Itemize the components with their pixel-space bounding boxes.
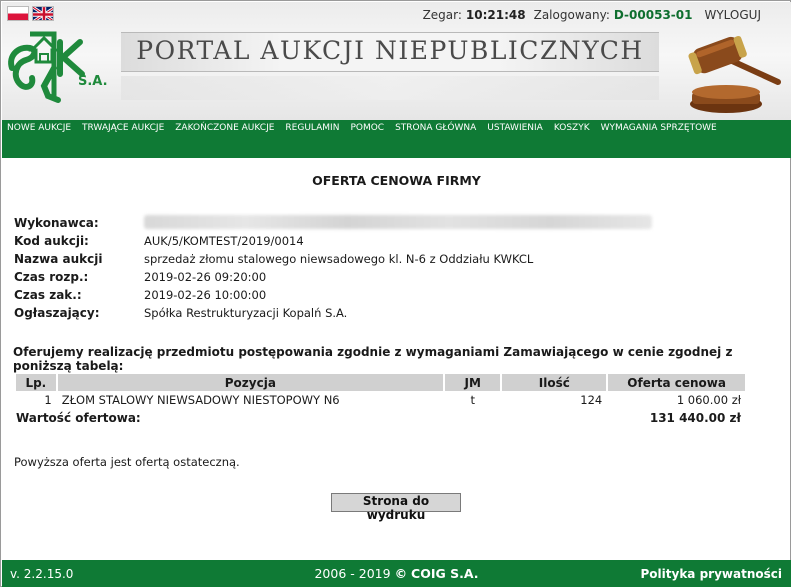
offer-table: Lp. Pozycja JM Ilość Oferta cenowa 1 ZŁO… bbox=[14, 374, 747, 427]
language-switcher bbox=[7, 6, 54, 21]
copyright-icon: © bbox=[394, 566, 408, 581]
srk-logo[interactable]: S.A. bbox=[4, 28, 112, 106]
cell-price: 1 060.00 zł bbox=[676, 393, 741, 407]
nav-item-finished-auctions[interactable]: ZAKOŃCZONE AUKCJE bbox=[175, 123, 274, 133]
info-label: Ogłaszający: bbox=[14, 306, 100, 320]
cell-quantity: 124 bbox=[580, 393, 603, 407]
redacted-text bbox=[144, 214, 652, 229]
copyright-owner: COIG S.A. bbox=[411, 566, 479, 581]
column-header-position: Pozycja bbox=[57, 374, 444, 391]
info-label: Czas rozp.: bbox=[14, 270, 89, 284]
clock-label: Zegar: bbox=[422, 8, 462, 22]
nav-item-cart[interactable]: KOSZYK bbox=[554, 123, 590, 133]
logged-user: D-00053-01 bbox=[613, 8, 693, 22]
page-frame: Zegar: 10:21:48 Zalogowany: D-00053-01 W… bbox=[0, 0, 791, 587]
column-header-unit: JM bbox=[445, 374, 501, 391]
logout-link[interactable]: WYLOGUJ bbox=[704, 8, 761, 22]
total-spacer bbox=[445, 409, 606, 427]
info-row-contractor: Wykonawca: bbox=[14, 214, 652, 232]
gavel-icon bbox=[678, 26, 788, 118]
info-value: Spółka Restrukturyzacji Kopalń S.A. bbox=[144, 306, 348, 320]
total-label: Wartość ofertowa: bbox=[16, 411, 141, 425]
info-row-auction-name: Nazwa aukcji sprzedaż złomu stalowego ni… bbox=[14, 250, 652, 268]
nav-item-home[interactable]: STRONA GŁÓWNA bbox=[395, 123, 476, 133]
footer: v. 2.2.15.0 2006 - 2019 © COIG S.A. Poli… bbox=[2, 560, 791, 587]
info-row-start-time: Czas rozp.: 2019-02-26 09:20:00 bbox=[14, 268, 652, 286]
contractor-value-redacted bbox=[144, 214, 652, 232]
cell-unit: t bbox=[470, 393, 475, 407]
info-value: sprzedaż złomu stalowego niewsadowego kl… bbox=[144, 252, 534, 266]
final-offer-note: Powyższa oferta jest ofertą ostateczną. bbox=[14, 455, 240, 469]
nav-item-ongoing-auctions[interactable]: TRWAJĄCE AUKCJE bbox=[82, 123, 164, 133]
table-header-row: Lp. Pozycja JM Ilość Oferta cenowa bbox=[16, 374, 745, 391]
info-label: Kod aukcji: bbox=[14, 234, 89, 248]
banner-title: PORTAL AUKCJI NIEPUBLICZNYCH bbox=[136, 36, 644, 65]
clock-value: 10:21:48 bbox=[465, 8, 526, 22]
banner-underlay bbox=[121, 76, 659, 100]
offer-intro: Oferujemy realizację przedmiotu postępow… bbox=[13, 345, 733, 373]
total-value: 131 440.00 zł bbox=[649, 411, 741, 425]
info-value: 2019-02-26 09:20:00 bbox=[144, 270, 267, 284]
info-value: AUK/5/KOMTEST/2019/0014 bbox=[144, 234, 304, 248]
nav-item-regulations[interactable]: REGULAMIN bbox=[285, 123, 339, 133]
cell-position: ZŁOM STALOWY NIEWSADOWY NIESTOPOWY N6 bbox=[61, 393, 340, 407]
info-label: Czas zak.: bbox=[14, 288, 82, 302]
table-row: 1 ZŁOM STALOWY NIEWSADOWY NIESTOPOWY N6 … bbox=[16, 391, 745, 409]
nav-item-help[interactable]: POMOC bbox=[350, 123, 384, 133]
auction-info: Wykonawca: Kod aukcji: AUK/5/KOMTEST/201… bbox=[14, 214, 652, 322]
info-row-auction-code: Kod aukcji: AUK/5/KOMTEST/2019/0014 bbox=[14, 232, 652, 250]
english-flag-icon[interactable] bbox=[32, 6, 54, 21]
info-value: 2019-02-26 10:00:00 bbox=[144, 288, 267, 302]
polish-flag-icon[interactable] bbox=[7, 6, 29, 21]
column-header-lp: Lp. bbox=[16, 374, 56, 391]
header: Zegar: 10:21:48 Zalogowany: D-00053-01 W… bbox=[2, 2, 791, 120]
info-row-end-time: Czas zak.: 2019-02-26 10:00:00 bbox=[14, 286, 652, 304]
info-label: Wykonawca: bbox=[14, 216, 99, 230]
total-row: Wartość ofertowa: 131 440.00 zł bbox=[16, 409, 745, 427]
session-bar: Zegar: 10:21:48 Zalogowany: D-00053-01 W… bbox=[423, 8, 761, 22]
logo-sub: S.A. bbox=[78, 74, 108, 89]
column-header-price: Oferta cenowa bbox=[608, 374, 745, 391]
cell-lp: 1 bbox=[44, 393, 52, 407]
nav-item-new-auctions[interactable]: NOWE AUKCJE bbox=[7, 123, 71, 133]
nav-item-settings[interactable]: USTAWIENIA bbox=[487, 123, 543, 133]
main-nav: NOWE AUKCJE TRWAJĄCE AUKCJE ZAKOŃCZONE A… bbox=[2, 120, 791, 158]
nav-item-hardware-requirements[interactable]: WYMAGANIA SPRZĘTOWE bbox=[601, 123, 717, 133]
info-row-announcer: Ogłaszający: Spółka Restrukturyzacji Kop… bbox=[14, 304, 652, 322]
info-label: Nazwa aukcji bbox=[14, 252, 103, 266]
privacy-policy-link[interactable]: Polityka prywatności bbox=[641, 567, 783, 581]
page-title: OFERTA CENOWA FIRMY bbox=[312, 173, 481, 188]
logged-label: Zalogowany: bbox=[533, 8, 610, 22]
print-page-button[interactable]: Strona do wydruku bbox=[331, 493, 461, 522]
column-header-quantity: Ilość bbox=[502, 374, 607, 391]
copyright-years: 2006 - 2019 bbox=[314, 566, 391, 581]
portal-banner: PORTAL AUKCJI NIEPUBLICZNYCH bbox=[121, 32, 659, 72]
